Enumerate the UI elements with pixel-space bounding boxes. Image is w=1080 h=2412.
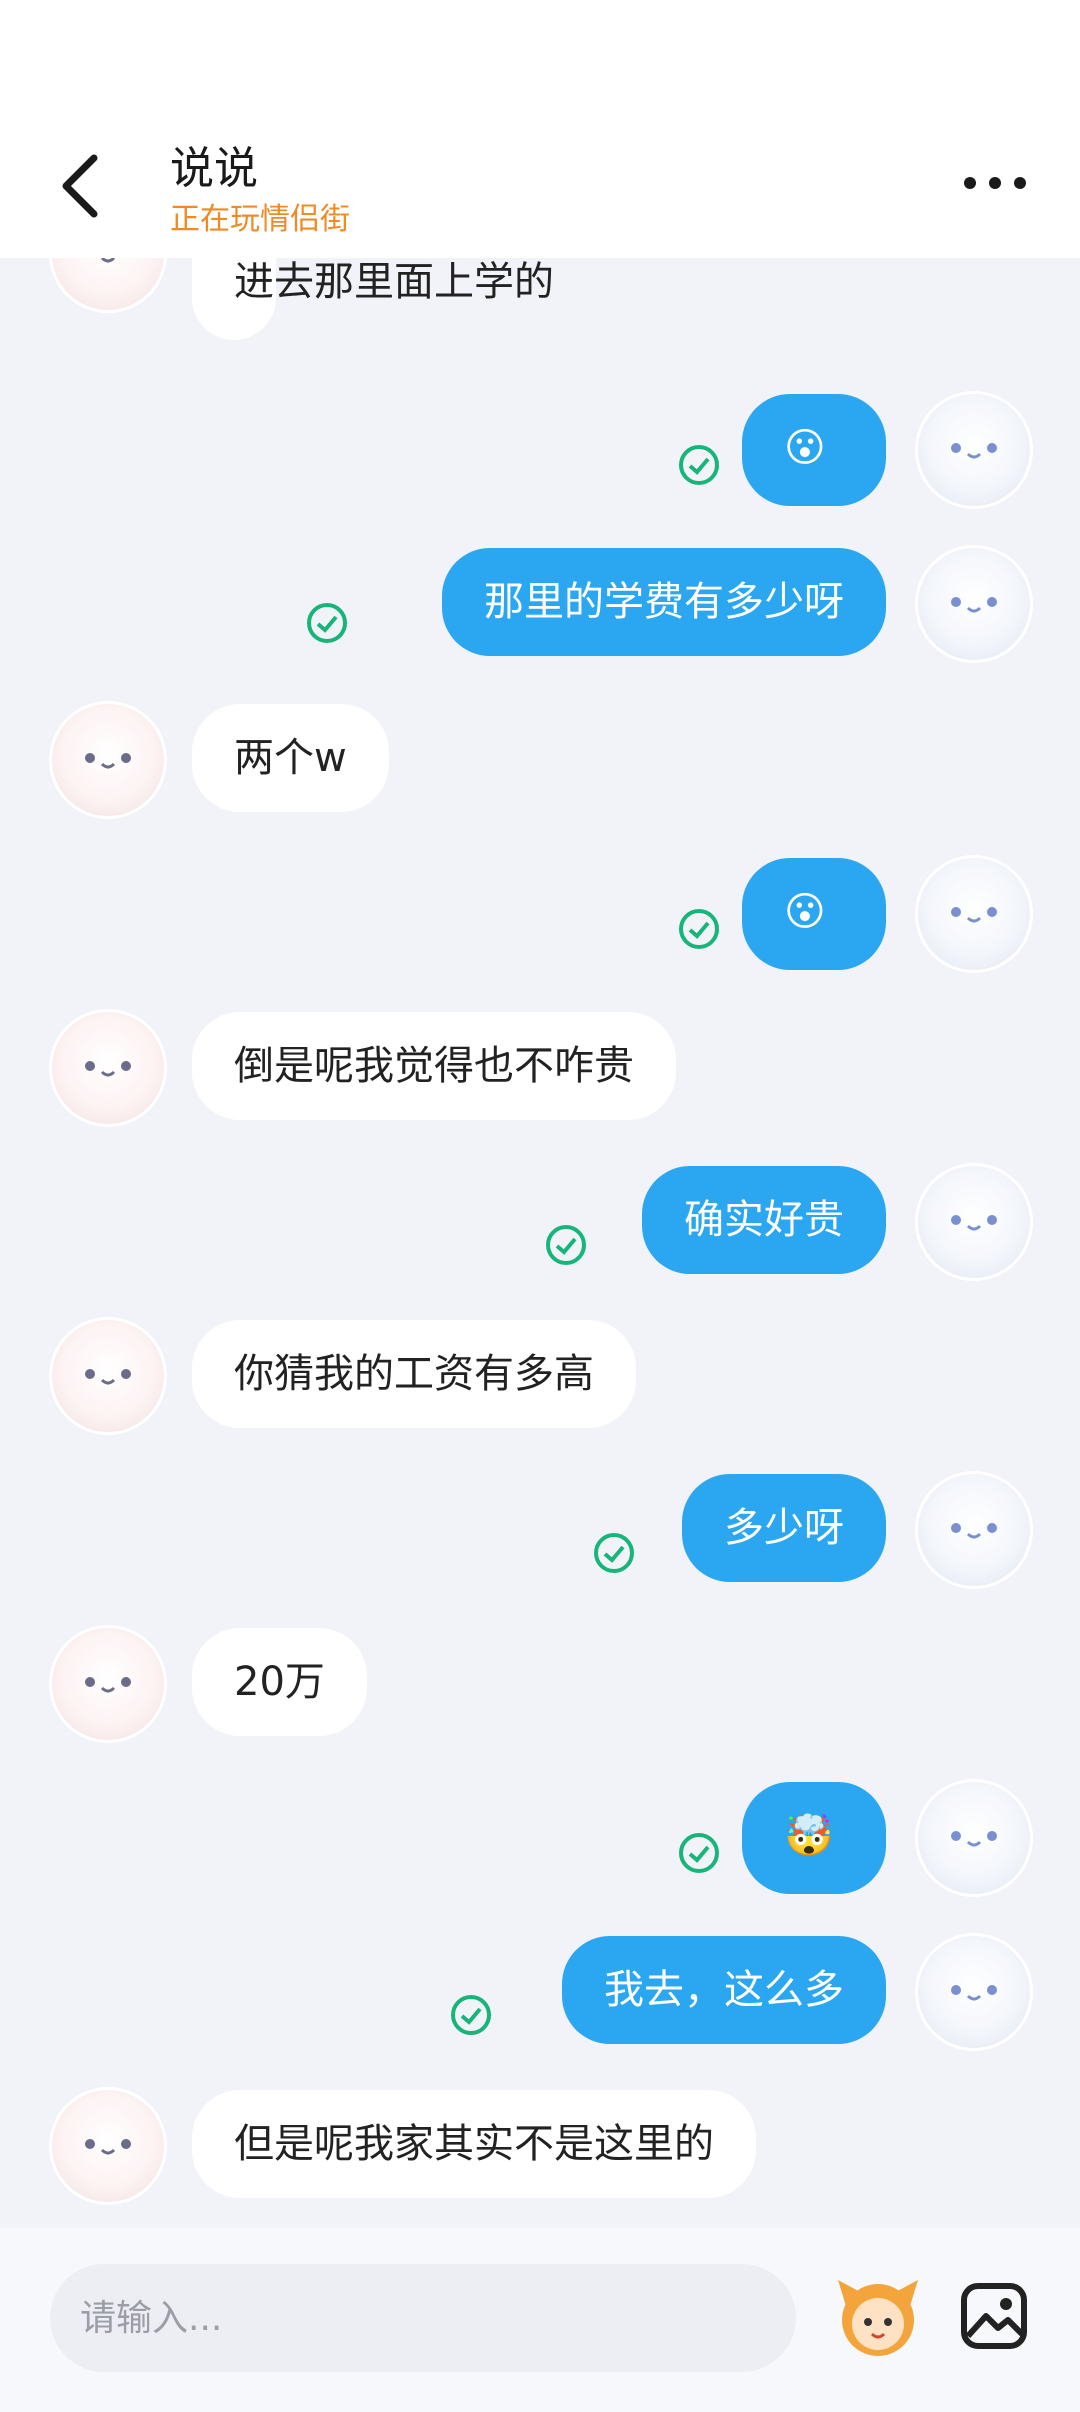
- message-bubble[interactable]: 你猜我的工资有多高: [192, 1320, 636, 1428]
- my-avatar[interactable]: [918, 858, 1030, 970]
- chat-title: 说说: [170, 143, 258, 194]
- message-bubble[interactable]: 确实好贵: [642, 1166, 886, 1274]
- message-text: 两个w: [234, 735, 347, 781]
- message-text: 20万: [234, 1659, 325, 1705]
- message-text: 我去，这么多: [604, 1967, 844, 2013]
- cute-face-icon: [951, 907, 997, 923]
- sent-check-icon: [307, 603, 347, 643]
- back-arrow-icon[interactable]: [52, 150, 112, 222]
- cute-face-icon: [951, 1831, 997, 1847]
- cute-face-icon: [951, 443, 997, 459]
- message-bubble[interactable]: 但是呢我家其实不是这里的: [192, 2090, 756, 2198]
- cute-face-icon: [85, 2139, 131, 2155]
- more-options-icon[interactable]: [960, 168, 1030, 198]
- message-text: 你猜我的工资有多高: [234, 1351, 594, 1397]
- message-input[interactable]: [50, 2264, 796, 2372]
- message-text: 进去那里面上学的: [234, 259, 554, 305]
- partner-avatar[interactable]: [52, 258, 164, 310]
- image-picker-icon[interactable]: [958, 2280, 1030, 2352]
- sent-check-icon: [679, 445, 719, 485]
- partner-avatar[interactable]: [52, 704, 164, 816]
- message-bubble[interactable]: 那里的学费有多少呀: [442, 548, 886, 656]
- message-bubble[interactable]: 😮: [742, 858, 886, 970]
- partner-avatar[interactable]: [52, 1012, 164, 1124]
- mascot-sticker-icon[interactable]: [828, 2266, 928, 2366]
- message-bubble[interactable]: 🤯: [742, 1782, 886, 1894]
- exploding-head-emoji: 🤯: [784, 1813, 834, 1859]
- message-list[interactable]: 进去那里面上学的 😮 那里的学费有多少呀 两个w 😮 倒是呢我觉得也不咋贵 确实…: [0, 258, 1080, 2228]
- message-text: 倒是呢我觉得也不咋贵: [234, 1043, 634, 1089]
- my-avatar[interactable]: [918, 1782, 1030, 1894]
- message-text: 确实好贵: [684, 1197, 844, 1243]
- cute-face-icon: [951, 1523, 997, 1539]
- message-bubble[interactable]: 进去那里面上学的: [192, 258, 554, 340]
- partner-avatar[interactable]: [52, 1628, 164, 1740]
- sent-check-icon: [546, 1225, 586, 1265]
- chat-status: 正在玩情侣街: [170, 202, 350, 237]
- cute-face-icon: [951, 1985, 997, 2001]
- my-avatar[interactable]: [918, 394, 1030, 506]
- cute-face-icon: [85, 753, 131, 769]
- message-bubble[interactable]: 我去，这么多: [562, 1936, 886, 2044]
- composer-bar: [0, 2228, 1080, 2412]
- cute-face-icon: [951, 1215, 997, 1231]
- message-text: 那里的学费有多少呀: [484, 579, 844, 625]
- sent-check-icon: [679, 909, 719, 949]
- sent-check-icon: [679, 1833, 719, 1873]
- cute-face-icon: [85, 1677, 131, 1693]
- chat-header: 说说 正在玩情侣街: [0, 0, 1080, 258]
- my-avatar[interactable]: [918, 1166, 1030, 1278]
- message-text: 但是呢我家其实不是这里的: [234, 2121, 714, 2167]
- message-text: 多少呀: [724, 1505, 844, 1551]
- surprised-face-emoji: 😮: [784, 425, 826, 471]
- cute-face-icon: [100, 258, 116, 263]
- partner-avatar[interactable]: [52, 2090, 164, 2202]
- partner-avatar[interactable]: [52, 1320, 164, 1432]
- surprised-face-emoji: 😮: [784, 889, 826, 935]
- my-avatar[interactable]: [918, 1936, 1030, 2048]
- cute-face-icon: [85, 1369, 131, 1385]
- message-bubble[interactable]: 多少呀: [682, 1474, 886, 1582]
- cute-face-icon: [85, 1061, 131, 1077]
- my-avatar[interactable]: [918, 548, 1030, 660]
- sent-check-icon: [594, 1533, 634, 1573]
- sent-check-icon: [451, 1995, 491, 2035]
- message-bubble[interactable]: 20万: [192, 1628, 367, 1736]
- message-bubble[interactable]: 倒是呢我觉得也不咋贵: [192, 1012, 676, 1120]
- message-bubble[interactable]: 两个w: [192, 704, 389, 812]
- cute-face-icon: [951, 597, 997, 613]
- my-avatar[interactable]: [918, 1474, 1030, 1586]
- message-bubble[interactable]: 😮: [742, 394, 886, 506]
